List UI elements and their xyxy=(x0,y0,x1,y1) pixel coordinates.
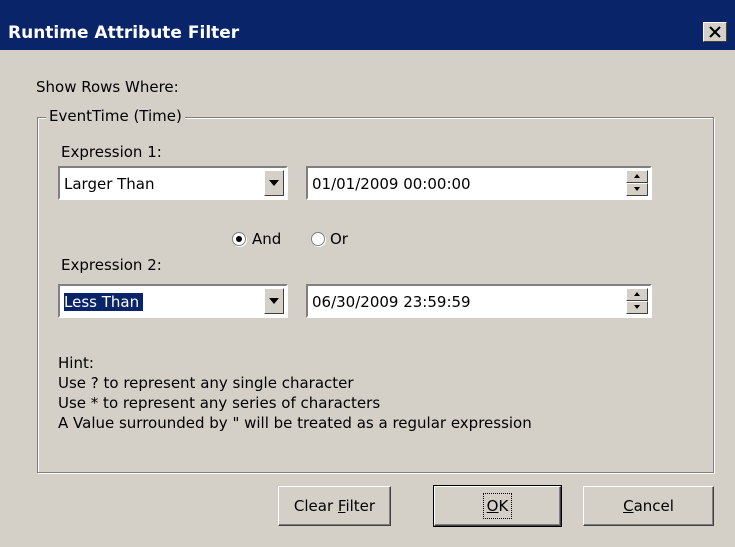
expression2-operator-select[interactable]: Less Than xyxy=(58,284,288,318)
expression2-spin-up-button[interactable] xyxy=(626,288,648,301)
expression2-dropdown-button[interactable] xyxy=(264,288,284,314)
hint-line: A Value surrounded by " will be treated … xyxy=(58,414,532,432)
expression2-spin-down-button[interactable] xyxy=(626,301,648,314)
window-title: Runtime Attribute Filter xyxy=(8,23,240,43)
clear-filter-button[interactable]: Clear Filter xyxy=(278,486,391,526)
close-icon xyxy=(709,26,721,38)
runtime-attribute-filter-dialog: Runtime Attribute Filter Show Rows Where… xyxy=(0,0,735,547)
expression1-label: Expression 1: xyxy=(61,143,162,161)
clear-filter-label: Clear Filter xyxy=(293,496,376,515)
hint-line: Use ? to represent any single character xyxy=(58,374,354,392)
expression1-operator-select[interactable]: Larger Than xyxy=(58,166,288,200)
ok-button[interactable]: OK xyxy=(433,485,562,527)
title-bar[interactable]: Runtime Attribute Filter xyxy=(0,0,735,50)
expression2-label: Expression 2: xyxy=(61,256,162,274)
arrow-down-icon xyxy=(634,305,640,309)
hint-line: Use * to represent any series of charact… xyxy=(58,394,381,412)
chevron-down-icon xyxy=(269,180,279,186)
expression2-datetime-value: 06/30/2009 23:59:59 xyxy=(312,293,471,311)
and-radio[interactable] xyxy=(232,232,246,246)
ok-label: OK xyxy=(482,492,513,519)
show-rows-label: Show Rows Where: xyxy=(36,78,179,96)
and-radio-label[interactable]: And xyxy=(252,230,281,248)
expression1-datetime-value: 01/01/2009 00:00:00 xyxy=(312,175,471,193)
group-title: EventTime (Time) xyxy=(46,107,185,125)
or-radio[interactable] xyxy=(311,232,325,246)
expression1-datetime-input[interactable]: 01/01/2009 00:00:00 xyxy=(306,166,652,200)
cancel-button[interactable]: Cancel xyxy=(583,486,714,526)
expression1-spin-up-button[interactable] xyxy=(626,170,648,183)
arrow-down-icon xyxy=(634,187,640,191)
radio-selected-dot xyxy=(236,236,242,242)
or-radio-label[interactable]: Or xyxy=(330,230,348,248)
expression1-spin-down-button[interactable] xyxy=(626,183,648,196)
arrow-up-icon xyxy=(634,292,640,296)
arrow-up-icon xyxy=(634,174,640,178)
hint-title: Hint: xyxy=(58,354,94,372)
chevron-down-icon xyxy=(269,298,279,304)
expression2-datetime-input[interactable]: 06/30/2009 23:59:59 xyxy=(306,284,652,318)
expression1-dropdown-button[interactable] xyxy=(264,170,284,196)
close-button[interactable] xyxy=(703,22,727,42)
expression1-operator-value: Larger Than xyxy=(64,175,155,193)
expression2-operator-value: Less Than xyxy=(64,293,144,311)
cancel-label: Cancel xyxy=(623,496,674,515)
